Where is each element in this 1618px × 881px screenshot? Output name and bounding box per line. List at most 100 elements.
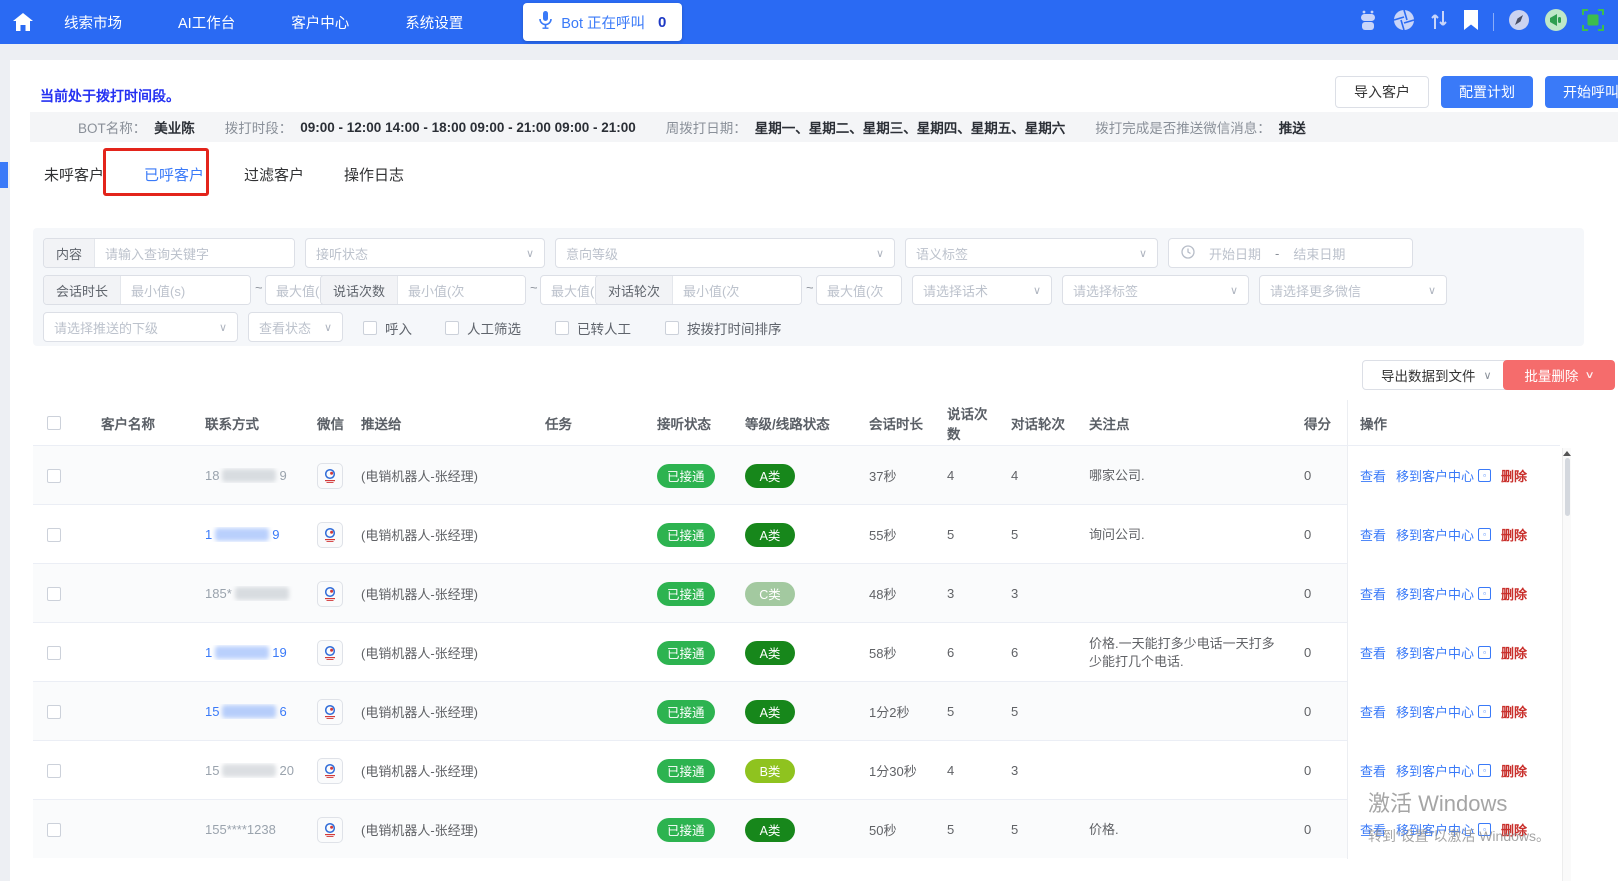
tab-called-customers[interactable]: 已呼客户 [140,160,208,189]
table-row: 185* (电销机器人-张经理) 已接通 C类 48秒 3 3 0 查看 移到客… [33,563,1560,623]
nav-item-system-settings[interactable]: 系统设置 [405,12,463,33]
tab-operation-log[interactable]: 操作日志 [340,160,408,189]
wechat-icon[interactable] [317,580,343,607]
wechat-icon[interactable] [317,698,343,725]
delete-link[interactable]: 删除 [1501,761,1527,780]
megaphone-icon[interactable] [1544,8,1568,37]
row-checkbox[interactable] [47,586,61,601]
row-checkbox[interactable] [47,527,61,542]
compass-icon[interactable] [1508,9,1530,36]
nav-item-lead-market[interactable]: 线索市场 [64,12,122,33]
cell-pushed-to: (电销机器人-张经理) [361,705,478,720]
view-link[interactable]: 查看 [1360,761,1386,780]
view-link[interactable]: 查看 [1360,466,1386,485]
move-to-customer-center-link[interactable]: 移到客户中心 ▫ [1396,466,1492,485]
script-select[interactable]: 请选择话术 ∨ [912,275,1052,305]
scrollbar-up-arrow[interactable] [1563,451,1571,456]
cell-contact: 15 6 [193,704,305,719]
speak-min-input[interactable]: 最小值(次 [398,276,525,304]
home-icon[interactable] [12,12,34,32]
cell-contact: 19 [193,527,305,542]
row-checkbox[interactable] [47,704,61,719]
chevron-down-icon: ∨ [323,321,332,334]
phone-suffix: 9 [279,468,287,483]
phone-prefix: 15 [205,704,220,719]
view-status-select[interactable]: 查看状态 ∨ [248,312,343,342]
table-header: 客户名称 联系方式 微信 推送给 任务 接听状态 等级/线路状态 会话时长 说话… [33,400,1560,445]
rounds-max-input[interactable]: 最大值(次 [816,275,902,305]
col-task: 任务 [545,416,572,432]
view-link[interactable]: 查看 [1360,702,1386,721]
move-to-customer-center-link[interactable]: 移到客户中心 ▫ [1396,643,1492,662]
robot-icon[interactable] [1357,9,1379,36]
content-search-input[interactable]: 请输入查询关键字 [95,239,294,267]
delete-link[interactable]: 删除 [1501,643,1527,662]
rounds-min-input[interactable]: 最小值(次 [673,276,801,304]
wechat-icon[interactable] [317,462,343,489]
screenshot-icon[interactable] [1582,8,1604,36]
move-to-customer-center-link[interactable]: 移到客户中心 ▫ [1396,584,1492,603]
move-to-customer-center-link[interactable]: 移到客户中心 ▫ [1396,761,1492,780]
row-checkbox[interactable] [47,645,61,660]
answer-status-badge: 已接通 [657,463,715,488]
delete-link[interactable]: 删除 [1501,466,1527,485]
tab-filtered-customers[interactable]: 过滤客户 [240,160,308,189]
checkbox-transferred-to-human[interactable]: 已转人工 [555,318,631,338]
delete-link[interactable]: 删除 [1501,525,1527,544]
scrollbar-thumb[interactable] [1564,458,1570,516]
nav-item-ai-workbench[interactable]: AI工作台 [178,12,235,33]
delete-link[interactable]: 删除 [1501,702,1527,721]
nav-item-customer-center[interactable]: 客户中心 [291,12,349,33]
cell-answer-status: 已接通 [645,522,733,547]
bot-calling-pill[interactable]: Bot 正在呼叫 0 [523,3,683,41]
view-link[interactable]: 查看 [1360,525,1386,544]
delete-link[interactable]: 删除 [1501,584,1527,603]
row-checkbox[interactable] [47,822,61,837]
answer-status-select[interactable]: 接听状态 ∨ [305,238,545,268]
wechat-icon[interactable] [317,816,343,843]
bookmark-icon[interactable] [1463,9,1479,35]
duration-min-input[interactable]: 最小值(s) [121,276,250,304]
wechat-icon[interactable] [317,521,343,548]
move-to-customer-center-link[interactable]: 移到客户中心 ▫ [1396,525,1492,544]
cell-score: 0 [1304,704,1312,719]
select-all-checkbox[interactable] [47,415,61,430]
start-call-button[interactable]: 开始呼叫∨ [1545,76,1618,108]
subordinate-select[interactable]: 请选择推送的下级 ∨ [43,312,238,342]
aperture-icon[interactable] [1393,9,1415,36]
chevron-down-icon: ∨ [1483,369,1492,382]
tab-uncalled-customers[interactable]: 未呼客户 [40,160,108,189]
cell-wechat [305,639,349,666]
import-customers-button[interactable]: 导入客户 [1335,76,1429,108]
checkbox-sort-by-dial-time[interactable]: 按拨打时间排序 [665,318,782,338]
sort-arrows-icon[interactable] [1429,9,1449,36]
tag-select[interactable]: 请选择标签 ∨ [1062,275,1249,305]
batch-delete-button[interactable]: 批量删除 ∨ [1503,360,1615,390]
export-data-button[interactable]: 导出数据到文件 ∨ [1362,360,1511,390]
cell-score: 0 [1304,527,1312,542]
content-search-group: 内容 请输入查询关键字 [43,238,295,268]
more-wechat-select[interactable]: 请选择更多微信 ∨ [1259,275,1447,305]
configure-plan-button[interactable]: 配置计划 [1441,76,1533,108]
table-scrollbar[interactable] [1562,448,1571,881]
semantic-tag-select[interactable]: 语义标签 ∨ [905,238,1158,268]
view-link[interactable]: 查看 [1360,584,1386,603]
table-row: 18 9 (电销机器人-张经理) 已接通 A类 37秒 4 4 哪家公司. 0 查… [33,445,1560,505]
row-checkbox[interactable] [47,763,61,778]
chevron-down-icon: ∨ [875,247,884,260]
wechat-icon[interactable] [317,639,343,666]
col-answer-status: 接听状态 [657,416,711,432]
grade-badge: A类 [745,699,795,724]
cell-grade: A类 [733,640,857,665]
move-to-customer-center-link[interactable]: 移到客户中心 ▫ [1396,702,1492,721]
view-link[interactable]: 查看 [1360,643,1386,662]
checkbox-icon [445,321,459,335]
date-range-picker[interactable]: 开始日期 - 结束日期 [1168,238,1413,268]
intent-level-select[interactable]: 意向等级 ∨ [555,238,895,268]
cell-answer-status: 已接通 [645,640,733,665]
row-checkbox[interactable] [47,468,61,483]
checkbox-inbound[interactable]: 呼入 [363,318,412,338]
cell-answer-status: 已接通 [645,463,733,488]
checkbox-manual-filter[interactable]: 人工筛选 [445,318,521,338]
wechat-icon[interactable] [317,757,343,784]
